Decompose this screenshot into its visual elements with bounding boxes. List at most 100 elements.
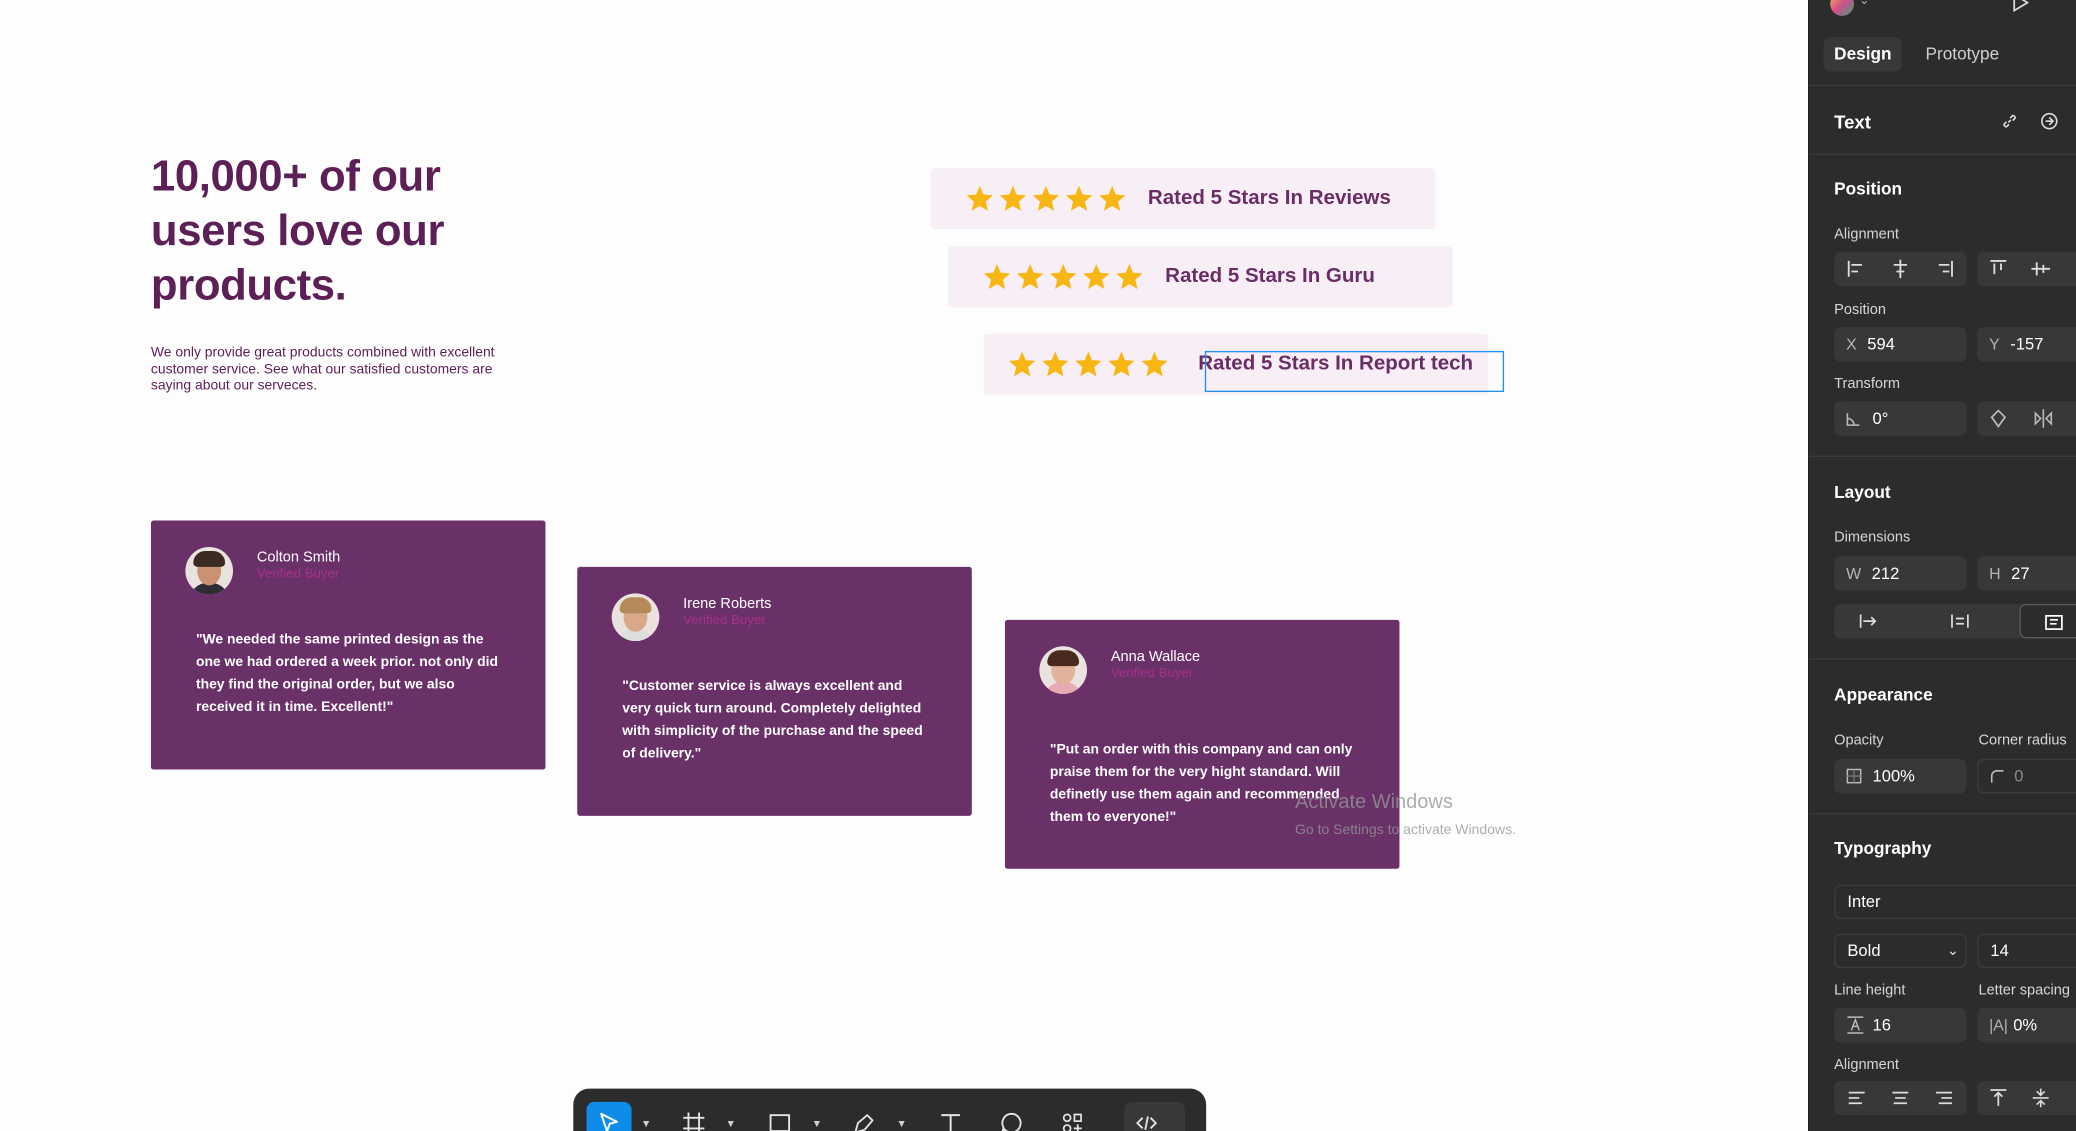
chevron-down-icon[interactable]: ▼ [641,1118,651,1130]
layout-section-title: Layout [1834,482,1891,502]
y-value[interactable]: -157 [2010,335,2043,354]
font-size-input[interactable]: 14 [1977,933,2076,969]
rating-banner-reviews[interactable]: Rated 5 Stars In Reviews [930,168,1436,230]
chevron-down-icon[interactable]: ▼ [726,1118,736,1130]
vertical-text-align-group [1977,1080,2076,1116]
star-icon [1083,264,1110,289]
line-height-value[interactable]: 16 [1873,1016,1891,1035]
corner-radius-value[interactable]: 0 [2014,767,2023,786]
reviewer-role: Verified Buyer [1110,666,1194,681]
flip-group [1977,401,2076,436]
tab-prototype[interactable]: Prototype [1915,37,2010,71]
avatar[interactable] [1830,0,1855,16]
bottom-toolbar: ▼ ▼ ▼ ▼ [573,1088,1207,1131]
windows-activation-watermark: Activate Windows Go to Settings to activ… [1295,789,1516,839]
review-quote: "Customer service is always excellent an… [622,678,923,762]
move-tool[interactable] [586,1101,632,1131]
opacity-input[interactable]: 100% [1834,758,1967,794]
properties-panel: ⌄ Design Prototype Text Position Alignme… [1808,0,2076,1131]
text-align-top-icon[interactable] [1988,1087,2009,1108]
height-input[interactable]: H 27 [1977,556,2076,591]
letter-spacing-icon: |A| [1989,1015,2008,1035]
star-icon [1099,185,1126,211]
component-icon[interactable] [2039,111,2059,131]
tab-design[interactable]: Design [1823,37,1903,72]
reviewer-name: Colton Smith [256,549,341,566]
flip-horizontal-icon[interactable] [2033,408,2054,429]
align-left-icon[interactable] [1846,258,1867,279]
horizontal-alignment-group [1834,251,1967,287]
align-center-horizontal-icon[interactable] [1890,258,1911,279]
opacity-value[interactable]: 100% [1873,767,1915,786]
letter-spacing-input[interactable]: |A| 0% [1977,1007,2076,1043]
testimonial-card[interactable]: Irene Roberts Verified Buyer "Customer s… [577,566,972,816]
avatar [185,546,234,595]
subtext[interactable]: We only provide great products combined … [151,344,535,394]
avatar [611,593,660,642]
text-align-middle-icon[interactable] [2030,1087,2051,1108]
rotate-90-icon[interactable] [1988,408,2009,429]
text-box-icon [2045,614,2063,630]
font-weight-select[interactable]: Bold ⌄ [1834,933,1967,969]
height-value[interactable]: 27 [2011,564,2029,583]
star-icon [1141,351,1168,377]
components-icon [1062,1113,1082,1131]
components-tool[interactable] [1050,1102,1095,1131]
chevron-down-icon: ⌄ [1946,942,1959,959]
chevron-down-icon[interactable]: ▼ [896,1118,906,1130]
layer-type-title: Text [1834,111,1871,133]
text-align-center-icon[interactable] [1890,1087,1911,1108]
align-right-icon[interactable] [1933,258,1954,279]
position-label: Position [1834,301,1886,318]
rating-banner-guru[interactable]: Rated 5 Stars In Guru [947,246,1453,308]
chevron-down-icon[interactable]: ⌄ [1859,0,1869,8]
star-icon [966,185,993,211]
font-weight-value: Bold [1847,941,1881,961]
text-align-left-icon[interactable] [1846,1087,1867,1108]
vertical-alignment-group [1977,251,2076,287]
rating-label[interactable]: Rated 5 Stars In Reviews [1148,187,1391,211]
rating-label[interactable]: Rated 5 Stars In Guru [1165,265,1375,289]
star-icon [983,264,1011,289]
fixed-width-icon[interactable] [1858,611,1879,632]
rotation-input[interactable]: 0° [1834,401,1967,436]
width-value[interactable]: 212 [1872,564,1900,583]
hug-contents-icon[interactable] [1949,611,1970,632]
comment-tool[interactable] [989,1102,1034,1131]
align-top-icon[interactable] [1988,258,2009,279]
text-tool[interactable] [928,1102,973,1131]
text-alignment-label: Alignment [1834,1056,1899,1073]
design-canvas[interactable]: 10,000+ of our users love our products. … [0,0,1808,1131]
fixed-size-option[interactable] [2019,603,2076,639]
chevron-down-icon[interactable]: ▼ [812,1118,822,1130]
x-value[interactable]: 594 [1867,335,1895,354]
play-icon[interactable] [2010,0,2031,13]
font-size-value[interactable]: 14 [1990,942,2008,961]
letter-spacing-value[interactable]: 0% [2013,1016,2037,1035]
reviewer-name: Anna Wallace [1110,648,1201,665]
dev-mode-icon [1136,1116,1158,1130]
star-icon [999,185,1026,211]
text-selection-box[interactable] [1204,350,1505,393]
y-position-input[interactable]: Y -157 [1977,327,2076,362]
typography-section-title: Typography [1834,838,1932,859]
rotation-value[interactable]: 0° [1873,409,1889,428]
line-height-input[interactable]: 16 [1834,1007,1967,1043]
frame-tool[interactable] [671,1102,716,1131]
headline[interactable]: 10,000+ of our users love our products. [151,148,548,311]
dev-mode-toggle[interactable] [1124,1101,1185,1131]
corner-radius-input[interactable]: 0 [1977,758,2076,794]
font-family-select[interactable]: Inter [1834,884,2076,920]
width-input[interactable]: W 212 [1834,556,1967,591]
link-icon[interactable] [2000,111,2020,131]
star-rating [982,262,1144,291]
x-prefix: X [1846,335,1857,354]
testimonial-card[interactable]: Colton Smith Verified Buyer "We needed t… [150,520,546,770]
comment-icon [1001,1112,1022,1131]
x-position-input[interactable]: X 594 [1834,327,1967,362]
align-middle-icon[interactable] [2030,258,2051,279]
pen-tool[interactable] [842,1102,887,1131]
rectangle-tool[interactable] [757,1102,802,1131]
text-align-right-icon[interactable] [1933,1087,1954,1108]
opacity-label: Opacity [1834,732,1884,749]
